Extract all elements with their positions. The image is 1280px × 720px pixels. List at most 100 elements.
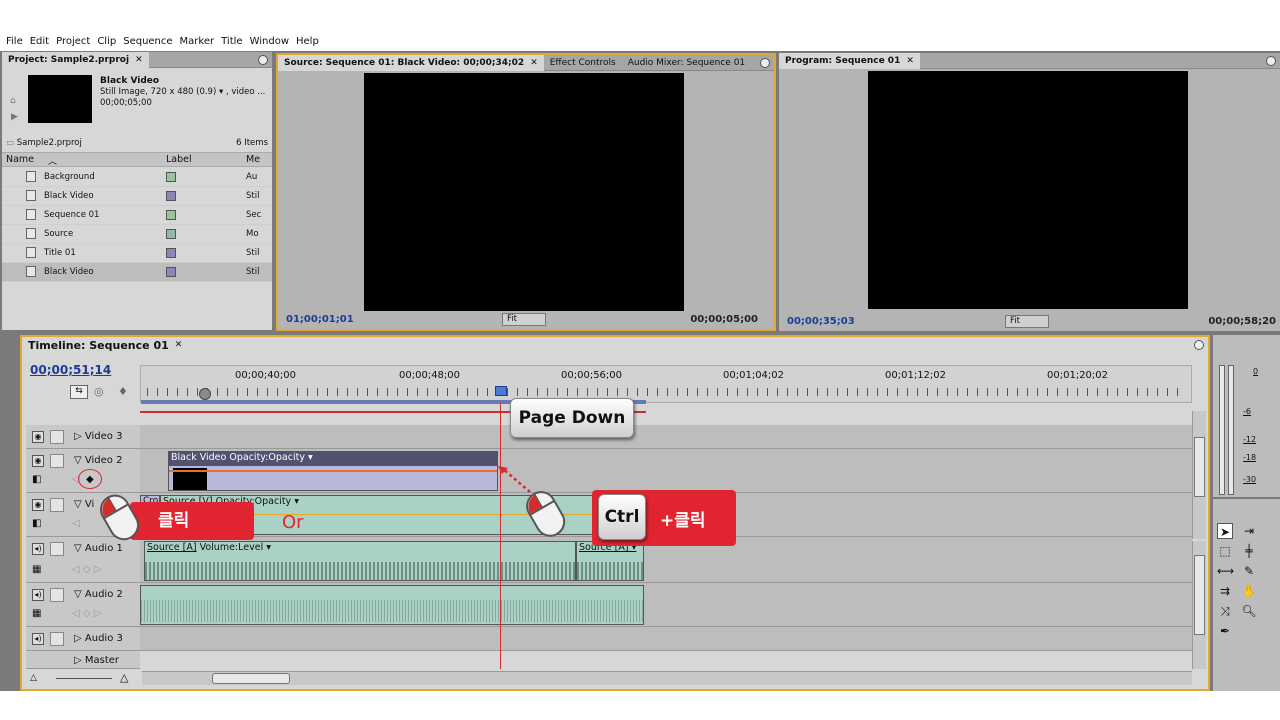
opacity-rubberband[interactable] [169, 470, 497, 472]
speaker-icon[interactable]: ◂) [32, 633, 44, 645]
lock-toggle[interactable] [50, 430, 64, 444]
column-media[interactable]: Me [246, 154, 260, 165]
expand-icon[interactable]: ▷ [74, 655, 82, 666]
scroll-thumb[interactable] [1194, 555, 1205, 635]
tab-effect-controls[interactable]: Effect Controls [544, 55, 622, 71]
menu-window[interactable]: Window [248, 36, 294, 51]
lock-toggle[interactable] [50, 498, 64, 512]
camera-icon[interactable]: ⌂ [10, 96, 16, 106]
eye-icon[interactable]: ◉ [32, 431, 44, 443]
ripple-edit-tool-icon[interactable]: ⬚ [1217, 543, 1233, 559]
playhead-icon[interactable] [495, 386, 507, 396]
video-scrollbar[interactable] [1192, 411, 1206, 539]
display-style-icon[interactable]: ▦ [32, 608, 41, 619]
eye-icon[interactable]: ◉ [32, 499, 44, 511]
clip-background-audio[interactable] [140, 585, 644, 625]
lock-toggle[interactable] [50, 542, 64, 556]
speaker-icon[interactable]: ◂) [32, 543, 44, 555]
timeline-horizontal-scrollbar[interactable] [142, 671, 1192, 685]
tab-project[interactable]: Project: Sample2.prproj ✕ [2, 51, 149, 68]
keyframe-icon[interactable]: ♦ [118, 385, 128, 398]
zoom-tool-icon[interactable]: 🔍︎ [1241, 603, 1257, 619]
zoom-out-icon[interactable]: △ [30, 673, 37, 683]
close-icon[interactable]: ✕ [175, 340, 183, 350]
menu-sequence[interactable]: Sequence [121, 36, 177, 51]
lock-toggle[interactable] [50, 632, 64, 646]
project-item-row[interactable]: Title 01 Stil [2, 244, 272, 263]
zoom-in-icon[interactable]: △ [120, 671, 128, 684]
menu-marker[interactable]: Marker [178, 36, 220, 51]
eye-icon[interactable]: ◉ [32, 455, 44, 467]
close-icon[interactable]: ✕ [906, 56, 914, 66]
snap-icon[interactable]: ⇆ [70, 385, 88, 399]
source-timecode[interactable]: 01;00;01;01 [286, 314, 354, 325]
display-style-icon[interactable]: ◧ [32, 474, 41, 485]
slip-tool-icon[interactable]: ⇉ [1217, 583, 1233, 599]
expand-icon[interactable]: ▷ [74, 431, 82, 442]
razor-tool-icon[interactable]: ✎ [1241, 563, 1257, 579]
collapse-icon[interactable]: ▽ [74, 455, 82, 466]
project-item-row[interactable]: Black Video Stil [2, 187, 272, 206]
project-item-row[interactable]: Black Video Stil [2, 263, 272, 282]
track-area-video2[interactable]: Black Video Opacity:Opacity ▾ [140, 449, 1192, 493]
prev-keyframe-icon[interactable]: ◁ [72, 518, 80, 529]
tab-program[interactable]: Program: Sequence 01 ✕ [779, 52, 920, 69]
display-style-icon[interactable]: ▦ [32, 564, 41, 575]
lock-toggle[interactable] [50, 454, 64, 468]
column-name[interactable]: Name [6, 154, 34, 165]
marker-icon[interactable] [199, 388, 211, 400]
playhead-line[interactable] [500, 403, 501, 669]
hand-tool-icon[interactable]: ✋ [1241, 583, 1257, 599]
expand-icon[interactable]: ▷ [74, 633, 82, 644]
track-area-video3[interactable] [140, 425, 1192, 449]
menu-help[interactable]: Help [294, 36, 324, 51]
keyframe-nav-icon[interactable]: ◁ ◇ ▷ [72, 608, 101, 619]
collapse-icon[interactable]: ▽ [74, 589, 82, 600]
source-video-display[interactable] [364, 73, 684, 311]
tab-audio-mixer[interactable]: Audio Mixer: Sequence 01 [622, 55, 751, 71]
clip-effect-dropdown[interactable]: Volume:Level ▾ [200, 542, 271, 553]
clip-source-audio-2[interactable]: Source [A] ▾ [576, 541, 644, 581]
speaker-icon[interactable]: ◂) [32, 589, 44, 601]
zoom-slider[interactable] [56, 678, 112, 679]
project-item-row[interactable]: Background Au [2, 168, 272, 187]
track-area-audio3[interactable] [140, 627, 1192, 651]
menu-clip[interactable]: Clip [95, 36, 121, 51]
program-fit-dropdown[interactable]: Fit [1005, 315, 1049, 328]
scroll-thumb[interactable] [212, 673, 290, 684]
column-label[interactable]: Label [166, 154, 192, 165]
audio-scrollbar[interactable] [1192, 541, 1206, 669]
project-item-row[interactable]: Sequence 01 Sec [2, 206, 272, 225]
rolling-edit-tool-icon[interactable]: ╪ [1241, 543, 1257, 559]
source-fit-dropdown[interactable]: Fit [502, 313, 546, 326]
slide-tool-icon[interactable]: ⤨ [1217, 603, 1233, 619]
track-area-audio2[interactable] [140, 583, 1192, 627]
program-timecode[interactable]: 00;00;35;03 [787, 316, 855, 327]
menu-edit[interactable]: Edit [28, 36, 54, 51]
panel-menu-button[interactable] [760, 58, 770, 68]
clip-source-audio[interactable]: Source [A] Volume:Level ▾ [144, 541, 576, 581]
project-item-row[interactable]: Source Mo [2, 225, 272, 244]
sort-ascending-icon[interactable]: ︿ [48, 154, 57, 167]
timeline-ruler[interactable]: 00;00;40;00 00;00;48;00 00;00;56;00 00;0… [140, 365, 1192, 404]
program-video-display[interactable] [868, 71, 1188, 309]
menu-project[interactable]: Project [54, 36, 95, 51]
timeline-current-timecode[interactable]: 00;00;51;14 [30, 363, 111, 377]
play-icon[interactable]: ▶ [11, 112, 18, 122]
panel-menu-button[interactable] [1266, 56, 1276, 66]
collapse-icon[interactable]: ▽ [74, 499, 82, 510]
selection-tool-icon[interactable]: ➤ [1217, 523, 1233, 539]
clip-effect-dropdown[interactable]: Opacity:Opacity ▾ [229, 452, 312, 463]
rate-stretch-tool-icon[interactable]: ⟷ [1217, 563, 1234, 579]
keyframe-nav-icon[interactable]: ◁ ◇ ▷ [72, 564, 101, 575]
tab-timeline[interactable]: Timeline: Sequence 01 ✕ [22, 337, 1208, 353]
lock-toggle[interactable] [50, 588, 64, 602]
menu-title[interactable]: Title [219, 36, 247, 51]
panel-menu-button[interactable] [258, 55, 268, 65]
track-select-tool-icon[interactable]: ⇥ [1241, 523, 1257, 539]
close-icon[interactable]: ✕ [530, 58, 538, 68]
clip-black-video[interactable]: Black Video Opacity:Opacity ▾ [168, 451, 498, 491]
scroll-thumb[interactable] [1194, 437, 1205, 497]
marker-icon[interactable]: ◎ [94, 385, 104, 398]
panel-menu-button[interactable] [1194, 340, 1204, 350]
